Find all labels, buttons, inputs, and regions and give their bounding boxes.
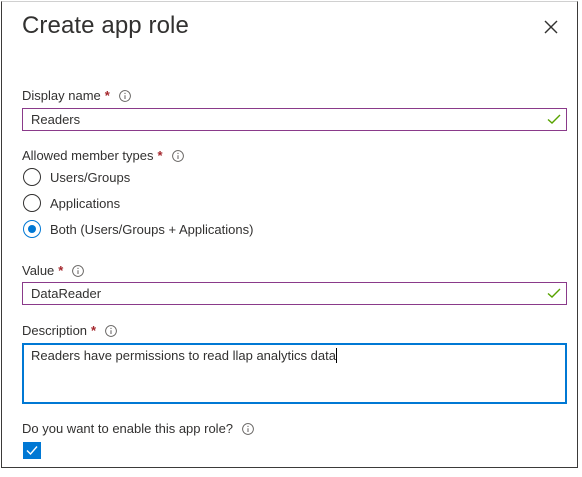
panel-title: Create app role — [22, 12, 189, 39]
radio-users-groups[interactable]: Users/Groups — [23, 168, 130, 186]
radio-label: Users/Groups — [50, 169, 131, 185]
required-marker: * — [91, 323, 97, 338]
radio-both[interactable]: Both (Users/Groups + Applications) — [23, 220, 253, 238]
close-icon — [544, 20, 558, 34]
radio-label: Both (Users/Groups + Applications) — [50, 221, 254, 237]
value-label-row: Value * — [22, 263, 85, 278]
required-marker: * — [157, 148, 163, 163]
info-icon[interactable] — [171, 149, 184, 162]
enable-label-row: Do you want to enable this app role? — [22, 421, 254, 436]
radio-applications[interactable]: Applications — [23, 194, 120, 212]
required-marker: * — [58, 263, 64, 278]
description-value: Readers have permissions to read llap an… — [31, 348, 336, 363]
radio-button[interactable] — [23, 168, 41, 186]
enable-label: Do you want to enable this app role? — [22, 421, 234, 436]
member-types-label-row: Allowed member types * — [22, 148, 184, 163]
valid-check-icon — [547, 288, 561, 298]
display-name-label-row: Display name * — [22, 88, 131, 103]
display-name-value: Readers — [31, 112, 81, 127]
description-label: Description — [22, 323, 88, 338]
description-textarea[interactable]: Readers have permissions to read llap an… — [22, 343, 567, 404]
description-label-row: Description * — [22, 323, 117, 338]
radio-button[interactable] — [23, 194, 41, 212]
info-icon[interactable] — [72, 264, 85, 277]
radio-label: Applications — [50, 195, 121, 211]
checkmark-icon — [26, 446, 38, 456]
text-caret — [335, 348, 337, 363]
create-app-role-panel: Create app role Display name * Readers A… — [1, 1, 578, 468]
display-name-label: Display name — [22, 88, 101, 103]
enable-checkbox[interactable] — [23, 442, 41, 459]
info-icon[interactable] — [105, 324, 117, 337]
close-button[interactable] — [540, 16, 562, 38]
display-name-field[interactable]: Readers — [22, 108, 567, 131]
info-icon[interactable] — [118, 89, 131, 102]
info-icon[interactable] — [242, 422, 254, 435]
value-label: Value — [22, 263, 55, 278]
value-field-value: DataReader — [31, 286, 102, 301]
value-field[interactable]: DataReader — [22, 282, 567, 305]
valid-check-icon — [547, 114, 561, 124]
radio-button-selected[interactable] — [23, 220, 41, 238]
required-marker: * — [104, 88, 110, 103]
member-types-label: Allowed member types — [22, 148, 154, 163]
